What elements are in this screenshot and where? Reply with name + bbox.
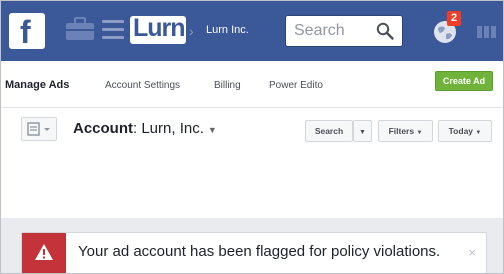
alert-icon-box	[22, 233, 66, 273]
nav-manage-ads[interactable]: Manage Ads	[5, 79, 69, 91]
hamburger-icon[interactable]	[102, 20, 124, 40]
account-name: Lurn, Inc.	[141, 120, 204, 137]
chevron-down-icon: ▼	[359, 129, 366, 136]
close-icon[interactable]: ×	[468, 245, 476, 260]
breadcrumb-account[interactable]: Lurn Inc.	[206, 24, 249, 36]
brand-name: Lurn	[133, 14, 186, 42]
create-ad-button[interactable]: Create Ad	[435, 71, 493, 91]
brand-logo[interactable]: Lurn	[130, 14, 186, 44]
search-bar	[285, 15, 403, 47]
report-icon	[27, 122, 50, 136]
chevron-down-icon: ▼	[416, 130, 423, 136]
date-range-label: Today	[448, 126, 474, 136]
reports-menu-button[interactable]	[21, 117, 57, 141]
alert-message: Your ad account has been flagged for pol…	[78, 243, 441, 260]
search-filter-button[interactable]: Search	[305, 120, 353, 142]
notification-badge[interactable]: 2	[447, 11, 461, 26]
search-input[interactable]	[294, 20, 374, 42]
nav-power-editor[interactable]: Power Edito	[269, 80, 323, 91]
account-selector[interactable]: Account: Lurn, Inc. ▼	[73, 120, 217, 137]
nav-billing[interactable]: Billing	[214, 80, 241, 91]
date-range-button[interactable]: Today ▼	[438, 120, 492, 142]
ads-nav: Manage Ads Account Settings Billing Powe…	[1, 61, 503, 108]
chevron-down-icon: ▼	[475, 130, 482, 136]
chevron-down-icon: ▼	[207, 125, 217, 135]
filters-button[interactable]: Filters ▼	[378, 120, 433, 142]
top-bar: f Lurn › Lurn Inc. 2	[1, 1, 503, 61]
breadcrumb-arrow-icon: ›	[189, 23, 194, 39]
main-content	[1, 154, 503, 218]
nav-account-settings[interactable]: Account Settings	[105, 80, 180, 91]
search-dropdown-button[interactable]: ▼	[353, 120, 372, 142]
filters-label: Filters	[388, 126, 415, 136]
policy-violation-alert: Your ad account has been flagged for pol…	[21, 232, 487, 273]
facebook-logo[interactable]: f	[9, 13, 45, 50]
app-frame: f Lurn › Lurn Inc. 2	[0, 0, 504, 274]
facebook-logo-letter: f	[20, 14, 31, 50]
briefcase-icon[interactable]	[65, 17, 95, 41]
more-icon[interactable]	[477, 24, 499, 40]
account-label: Account	[73, 120, 133, 137]
warning-icon	[35, 244, 53, 260]
search-icon[interactable]	[376, 22, 394, 40]
